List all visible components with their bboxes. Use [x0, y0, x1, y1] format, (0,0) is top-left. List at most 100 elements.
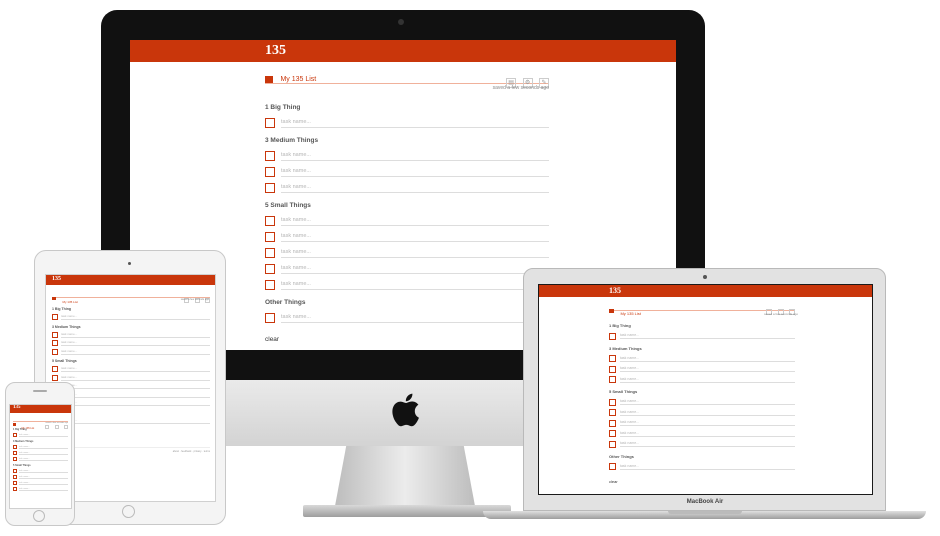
task-input[interactable]: task name...: [19, 476, 68, 479]
task-checkbox[interactable]: [265, 232, 275, 242]
task-checkbox[interactable]: [265, 167, 275, 177]
task-input[interactable]: task name...: [620, 420, 795, 427]
task-checkbox[interactable]: [609, 440, 616, 448]
task-checkbox[interactable]: [52, 366, 58, 373]
task-checkbox[interactable]: [609, 398, 616, 406]
task-input[interactable]: task name...: [281, 217, 549, 226]
section-title-other: Other Things: [265, 299, 306, 306]
iphone-home-button: [33, 510, 45, 522]
task-input[interactable]: task name...: [61, 418, 210, 424]
task-input[interactable]: task name...: [281, 265, 549, 274]
task-checkbox[interactable]: [52, 331, 58, 338]
clear-link[interactable]: clear: [609, 479, 795, 484]
app-header-bar: 135: [130, 40, 676, 62]
task-input[interactable]: task name...: [61, 392, 210, 398]
section-title-small: 5 Small Things: [13, 464, 31, 467]
app-logo[interactable]: 135: [52, 276, 61, 282]
list-title[interactable]: My 135 List: [280, 76, 316, 83]
task-checkbox[interactable]: [265, 183, 275, 193]
macbook-screen: 135 My 135 List saved a few seconds ago …: [538, 284, 873, 495]
task-row: task name...: [52, 391, 210, 400]
task-checkbox[interactable]: [265, 118, 275, 128]
task-checkbox[interactable]: [52, 348, 58, 355]
app-logo[interactable]: 135: [265, 43, 286, 59]
task-input[interactable]: task name...: [620, 333, 795, 340]
section-title-big: 1 Big Thing: [609, 323, 631, 328]
task-checkbox[interactable]: [265, 248, 275, 258]
task-input[interactable]: task name...: [61, 340, 210, 347]
task-input[interactable]: task name...: [19, 434, 68, 437]
task-input[interactable]: task name...: [620, 464, 795, 470]
footer-links[interactable]: about · feedback · privacy · terms: [52, 447, 210, 453]
task-checkbox[interactable]: [609, 332, 616, 340]
task-input[interactable]: task name...: [61, 332, 210, 338]
section-title-medium: 3 Medium Things: [52, 324, 81, 329]
list-icon: [609, 308, 614, 313]
task-input[interactable]: task name...: [620, 366, 795, 373]
ipad-home-button: [122, 505, 135, 518]
task-input[interactable]: task name...: [281, 249, 549, 258]
task-checkbox[interactable]: [609, 409, 616, 417]
task-input[interactable]: task name...: [61, 366, 210, 373]
task-input[interactable]: task name...: [281, 168, 549, 177]
app-logo[interactable]: 135: [609, 286, 621, 295]
task-input[interactable]: task name...: [281, 233, 549, 242]
task-checkbox[interactable]: [52, 340, 58, 347]
task-checkbox[interactable]: [13, 469, 17, 473]
task-checkbox[interactable]: [265, 280, 275, 290]
task-row: task name...: [13, 456, 68, 462]
task-row: task name...: [52, 365, 210, 374]
task-row: task name...: [52, 399, 210, 408]
task-checkbox[interactable]: [52, 314, 58, 321]
app-logo[interactable]: 135: [13, 405, 21, 410]
task-input[interactable]: task name...: [620, 441, 795, 448]
clear-link[interactable]: clear: [52, 430, 210, 434]
task-input[interactable]: task name...: [620, 356, 795, 362]
task-checkbox[interactable]: [265, 313, 275, 323]
task-checkbox[interactable]: [13, 481, 17, 485]
task-input[interactable]: task name...: [61, 400, 210, 407]
task-checkbox[interactable]: [265, 216, 275, 226]
task-input[interactable]: task name...: [61, 375, 210, 381]
task-checkbox[interactable]: [13, 451, 17, 455]
task-checkbox[interactable]: [13, 475, 17, 479]
task-checkbox[interactable]: [13, 433, 17, 437]
task-input[interactable]: task name...: [61, 314, 210, 321]
task-input[interactable]: task name...: [19, 470, 68, 473]
task-input[interactable]: task name...: [281, 119, 549, 128]
task-row: task name...: [609, 429, 795, 440]
section-title-medium: 3 Medium Things: [265, 137, 319, 144]
task-checkbox[interactable]: [52, 374, 58, 381]
apple-logo-icon: [392, 393, 419, 427]
task-input[interactable]: task name...: [620, 377, 795, 383]
task-input[interactable]: task name...: [620, 431, 795, 437]
task-checkbox[interactable]: [609, 365, 616, 373]
clear-link[interactable]: clear: [265, 336, 549, 343]
task-checkbox[interactable]: [13, 457, 17, 461]
task-checkbox[interactable]: [609, 419, 616, 427]
task-input[interactable]: task name...: [281, 184, 549, 193]
task-checkbox[interactable]: [609, 463, 616, 471]
task-input[interactable]: task name...: [281, 281, 549, 290]
task-input[interactable]: task name...: [19, 458, 68, 461]
task-checkbox[interactable]: [609, 355, 616, 363]
section-title-small: 5 Small Things: [609, 389, 638, 394]
task-checkbox[interactable]: [13, 445, 17, 449]
task-input[interactable]: task name...: [281, 314, 549, 323]
task-input[interactable]: task name...: [19, 446, 68, 449]
task-input[interactable]: task name...: [61, 383, 210, 390]
task-checkbox[interactable]: [609, 376, 616, 384]
list-title[interactable]: My 135 List: [620, 311, 640, 316]
task-input[interactable]: task name...: [19, 482, 68, 485]
task-checkbox[interactable]: [13, 487, 17, 491]
task-checkbox[interactable]: [265, 264, 275, 274]
task-input[interactable]: task name...: [19, 488, 68, 491]
task-checkbox[interactable]: [265, 151, 275, 161]
task-input[interactable]: task name...: [61, 349, 210, 355]
task-checkbox[interactable]: [609, 430, 616, 438]
task-input[interactable]: task name...: [19, 452, 68, 455]
task-input[interactable]: task name...: [620, 410, 795, 416]
task-input[interactable]: task name...: [620, 399, 795, 406]
task-row: task name...: [609, 462, 795, 473]
task-input[interactable]: task name...: [281, 152, 549, 161]
